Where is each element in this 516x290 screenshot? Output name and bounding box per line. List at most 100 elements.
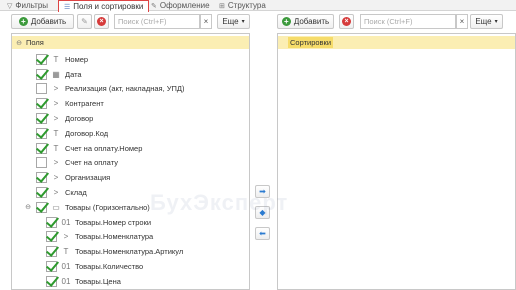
delete-icon: × [97,17,106,26]
sort-search-input[interactable]: Поиск (Ctrl+F) [360,14,456,29]
brush-icon: ✎ [151,2,157,10]
field-row[interactable]: T Договор.Код [12,126,249,141]
structure-icon: ⊞ [219,2,225,10]
field-row[interactable]: T Счет на оплату.Номер [12,141,249,156]
tab-label: Оформление [159,1,210,10]
field-label: Счет на оплату [65,158,118,168]
chevron-down-icon: ▾ [241,19,245,25]
field-label: Реализация (акт, накладная, УПД) [65,84,185,94]
field-checkbox[interactable] [36,113,47,125]
field-label: Склад [65,188,87,198]
tab-label: Поля и сортировки [73,2,144,11]
field-checkbox[interactable] [36,53,47,65]
tab-structure[interactable]: ⊞ Структура [214,0,271,11]
field-type-icon: 01 [61,217,71,227]
field-type-icon: > [53,158,59,168]
sorting-root-label: Сортировки [288,37,334,48]
more-label: Еще [222,17,239,26]
field-checkbox[interactable] [36,157,47,169]
field-row[interactable]: > Организация [12,170,249,185]
field-checkbox[interactable] [36,187,47,199]
field-type-icon: ▦ [52,69,60,79]
field-row[interactable]: 01 Товары.Номер строки [12,215,249,230]
fields-root-row[interactable]: ⊖ Поля [12,36,249,49]
close-icon: × [459,17,465,26]
field-checkbox[interactable] [36,83,47,95]
field-label: Контрагент [65,99,104,109]
field-checkbox[interactable] [46,216,57,228]
fields-tree[interactable]: ⊖ Поля T Номер ▦ Дата > Реализация (акт, накл… [11,33,250,290]
field-checkbox[interactable] [36,142,47,154]
field-checkbox[interactable] [46,231,57,243]
field-row[interactable]: 01 Товары.Цена [12,274,249,289]
more-button[interactable]: Еще ▾ [217,14,250,29]
tab-appearance[interactable]: ✎ Оформление [146,0,215,11]
field-checkbox[interactable] [46,261,57,273]
field-type-icon: 01 [61,276,71,286]
clear-search-button[interactable]: × [200,14,212,29]
field-label: Товары.Количество [75,262,144,272]
tab-label: Фильтры [15,1,49,10]
field-checkbox[interactable] [36,172,47,184]
search-input[interactable]: Поиск (Ctrl+F) [114,14,200,29]
collapse-icon[interactable]: ⊖ [24,203,32,211]
field-type-icon: ▭ [52,202,60,212]
close-icon: × [203,17,209,26]
tab-fields-sort[interactable]: ☰ Поля и сортировки [58,0,150,12]
add-sort-button[interactable]: + Добавить [277,14,334,29]
field-label: Организация [65,173,111,183]
tab-filters[interactable]: ▽ Фильтры [2,0,53,11]
field-checkbox[interactable] [36,68,47,80]
delete-icon: × [342,17,351,26]
tab-label: Структура [227,1,266,10]
field-row[interactable]: T Товары.Номенклатура.Артикул [12,244,249,259]
field-row[interactable]: > Товары.Номенклатура [12,230,249,245]
field-checkbox[interactable] [36,127,47,139]
field-type-icon: T [53,128,59,138]
field-row[interactable]: > Реализация (акт, накладная, УПД) [12,82,249,97]
field-row[interactable]: > Контрагент [12,96,249,111]
field-row[interactable]: T Номер [12,52,249,67]
field-row[interactable]: > Договор [12,111,249,126]
field-type-icon: T [53,54,59,64]
field-label: Товары.Номенклатура.Артикул [75,247,184,257]
search-placeholder: Поиск (Ctrl+F) [118,17,167,26]
sorting-root-row[interactable]: Сортировки [278,36,515,49]
delete-button[interactable]: × [94,14,109,29]
plus-icon: + [281,17,291,26]
field-row[interactable]: 01 Товары.Количество [12,259,249,274]
watermark-logo: БухЭксперт [150,190,289,215]
add-field-button[interactable]: + Добавить [11,14,74,29]
field-label: Товары (Горизонтально) [65,202,150,212]
field-checkbox[interactable] [36,98,47,110]
search-placeholder: Поиск (Ctrl+F) [364,17,413,26]
pencil-icon: ✎ [81,17,88,26]
tab-bar: ▽ Фильтры ☰ Поля и сортировки ✎ Оформлен… [0,0,516,12]
add-label: Добавить [30,17,67,26]
fields-sort-icon: ☰ [64,3,71,11]
field-type-icon: > [53,188,59,198]
collapse-icon[interactable]: ⊖ [15,39,23,47]
field-type-icon: > [53,99,59,109]
field-label: Товары.Цена [75,276,121,286]
field-label: Товары.Номер строки [75,217,152,227]
sorting-list[interactable]: Сортировки [277,33,516,290]
delete-sort-button[interactable]: × [339,14,354,29]
field-row[interactable]: > Счет на оплату [12,156,249,171]
field-checkbox[interactable] [46,246,57,258]
field-label: Счет на оплату.Номер [65,143,143,153]
field-label: Договор [65,114,94,124]
field-row[interactable]: ▦ Дата [12,67,249,82]
more-label: Еще [475,17,492,26]
edit-button[interactable]: ✎ [77,14,92,29]
field-checkbox[interactable] [46,275,57,287]
field-checkbox[interactable] [36,201,47,213]
sort-more-button[interactable]: Еще ▾ [470,14,503,29]
field-type-icon: > [53,84,59,94]
clear-sort-search-button[interactable]: × [456,14,468,29]
move-left-button[interactable]: ⬅ [255,227,270,240]
fields-root-label: Поля [26,38,44,47]
field-label: Номер [65,54,89,64]
field-type-icon: T [53,143,59,153]
field-type-icon: 01 [61,262,71,272]
